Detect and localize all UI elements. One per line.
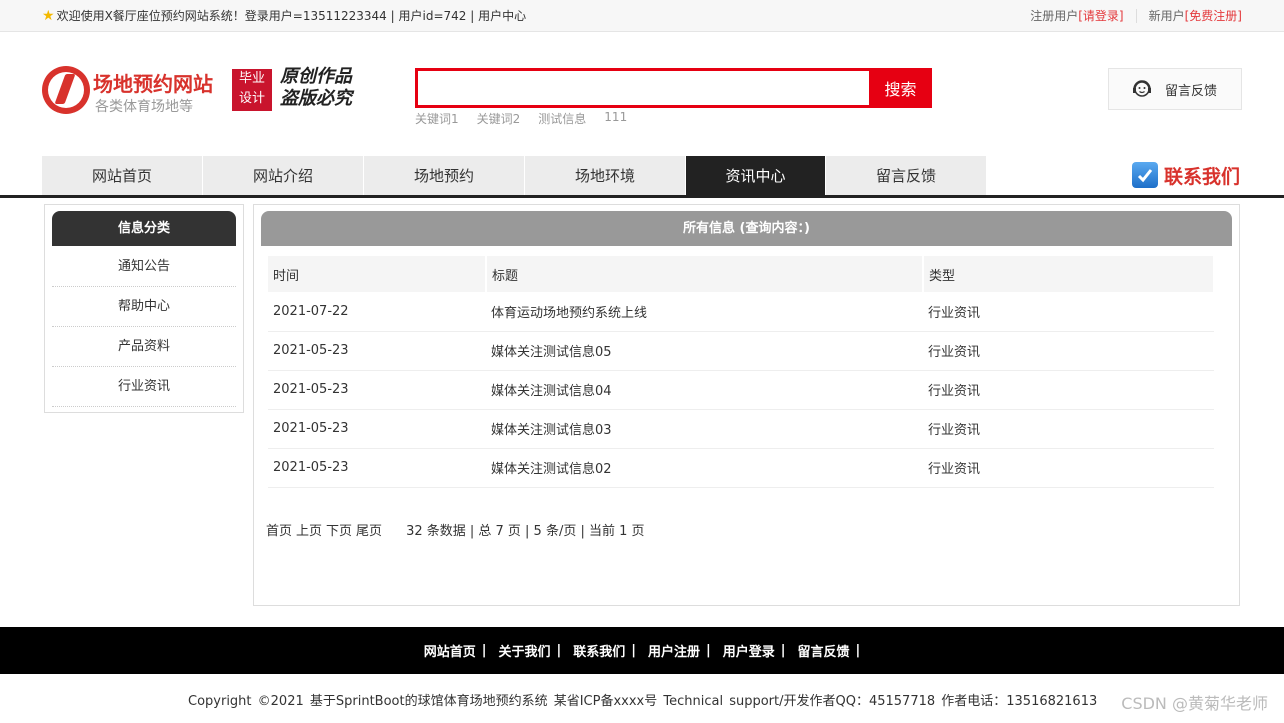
sidebar-item-help[interactable]: 帮助中心 [52, 287, 236, 327]
slogan: 原创作品 盗版必究 [280, 66, 352, 110]
cell-time: 2021-05-23 [268, 331, 486, 371]
footer-separator: | [556, 643, 562, 658]
cell-type: 行业资讯 [923, 448, 1214, 488]
table-row: 2021-05-23 媒体关注测试信息03 行业资讯 [268, 409, 1214, 449]
feedback-label: 留言反馈 [1165, 83, 1218, 99]
nav-item-booking[interactable]: 场地预约 [364, 156, 524, 196]
footer-nav: 网站首页 | 关于我们 | 联系我们 | 用户注册 | 用户登录 | 留言反馈 | [0, 627, 1284, 674]
contact-label: 联系我们 [1164, 165, 1241, 188]
hotword-link[interactable]: 关键词1 [415, 110, 459, 127]
main-nav: 网站首页 网站介绍 场地预约 场地环境 资讯中心 留言反馈 [42, 156, 987, 196]
new-user-label: 新用户 [1148, 9, 1185, 23]
star-icon: ★ [42, 7, 55, 24]
cell-time: 2021-05-23 [268, 409, 486, 449]
pagination: 首页 上页 下页 尾页 32 条数据 | 总 7 页 | 5 条/页 | 当前 … [266, 520, 645, 539]
column-header-time: 时间 [268, 256, 487, 292]
footer-link-about[interactable]: 关于我们 [498, 641, 550, 660]
pager-prev-link[interactable]: 上页 [296, 520, 322, 539]
sidebar-title: 信息分类 [52, 211, 236, 246]
cell-time: 2021-07-22 [268, 292, 486, 332]
footer-separator: | [631, 643, 636, 658]
register-link[interactable]: [免费注册] [1185, 7, 1242, 24]
footer-link-register[interactable]: 用户注册 [648, 641, 700, 660]
pager-next-link[interactable]: 下页 [326, 520, 352, 539]
nav-item-news[interactable]: 资讯中心 [686, 156, 825, 196]
footer-link-contact[interactable]: 联系我们 [573, 641, 625, 660]
site-logo[interactable]: 场地预约网站 各类体育场地等 [42, 66, 232, 116]
pager-last-link[interactable]: 尾页 [356, 520, 382, 539]
contact-us-link[interactable]: 联系我们 [1132, 160, 1240, 190]
nav-item-environment[interactable]: 场地环境 [525, 156, 685, 196]
nav-item-about[interactable]: 网站介绍 [203, 156, 363, 196]
search-button[interactable]: 搜索 [869, 68, 932, 108]
welcome-message: ★ 欢迎使用X餐厅座位预约网站系统！登录用户=13511223344 | 用户i… [42, 7, 526, 24]
cell-title-link[interactable]: 媒体关注测试信息02 [486, 448, 923, 488]
cell-title-link[interactable]: 体育运动场地预约系统上线 [486, 292, 923, 332]
cell-type: 行业资讯 [923, 331, 1214, 371]
table-row: 2021-05-23 媒体关注测试信息02 行业资讯 [268, 448, 1214, 488]
logo-title: 场地预约网站 [93, 72, 213, 96]
account-links: 注册用户 [请登录] 新用户 [免费注册] [1030, 7, 1242, 24]
footer-separator: | [780, 643, 786, 658]
nav-item-feedback[interactable]: 留言反馈 [826, 156, 986, 196]
category-list: 通知公告 帮助中心 产品资料 行业资讯 [52, 247, 236, 407]
hotword-link[interactable]: 关键词2 [477, 110, 521, 127]
footer-separator: | [706, 643, 711, 658]
feedback-button[interactable]: 留言反馈 [1108, 68, 1242, 110]
pager-first-link[interactable]: 首页 [266, 520, 292, 539]
panel-title: 所有信息 (查询内容：) [261, 211, 1232, 246]
cell-title-link[interactable]: 媒体关注测试信息05 [486, 331, 923, 371]
csdn-watermark: CSDN @黄菊华老师 [1121, 694, 1268, 713]
customer-service-icon [1131, 78, 1153, 100]
footer-separator: | [855, 643, 861, 658]
news-panel: 所有信息 (查询内容：) 时间 标题 类型 2021-07-22 体育运动场地预… [253, 204, 1240, 606]
table-row: 2021-05-23 媒体关注测试信息05 行业资讯 [268, 331, 1214, 371]
footer-separator: | [481, 643, 487, 658]
cell-type: 行业资讯 [923, 370, 1214, 410]
footer-link-login[interactable]: 用户登录 [723, 641, 775, 660]
slogan-line-1: 原创作品 [280, 66, 352, 87]
table-row: 2021-05-23 媒体关注测试信息04 行业资讯 [268, 370, 1214, 410]
logo-subtitle: 各类体育场地等 [95, 99, 193, 115]
column-header-type: 类型 [923, 256, 1215, 292]
registered-user-label: 注册用户 [1030, 9, 1079, 23]
table-header-row: 时间 标题 类型 [268, 256, 1215, 292]
divider [1135, 8, 1137, 23]
table-row: 2021-07-22 体育运动场地预约系统上线 行业资讯 [268, 292, 1214, 332]
slogan-line-2: 盗版必究 [280, 88, 352, 109]
category-sidebar: 信息分类 通知公告 帮助中心 产品资料 行业资讯 [44, 204, 244, 413]
badge-line-1: 毕业 [238, 71, 265, 86]
badge-line-2: 设计 [238, 91, 265, 106]
cell-type: 行业资讯 [923, 409, 1214, 449]
sidebar-item-notice[interactable]: 通知公告 [52, 247, 236, 287]
login-link[interactable]: [请登录] [1078, 7, 1123, 24]
sidebar-item-industry[interactable]: 行业资讯 [52, 367, 236, 407]
welcome-text: 欢迎使用X餐厅座位预约网站系统！登录用户=13511223344 | 用户id=… [56, 9, 527, 23]
column-header-title: 标题 [486, 256, 924, 292]
cell-time: 2021-05-23 [268, 370, 486, 410]
pager-stats: 32 条数据 | 总 7 页 | 5 条/页 | 当前 1 页 [406, 524, 645, 539]
hotword-link[interactable]: 111 [604, 110, 627, 127]
sidebar-item-products[interactable]: 产品资料 [52, 327, 236, 367]
footer-link-feedback[interactable]: 留言反馈 [798, 641, 850, 660]
search-input[interactable] [418, 71, 870, 105]
search-box: 搜索 [415, 68, 932, 108]
news-table: 时间 标题 类型 2021-07-22 体育运动场地预约系统上线 行业资讯 20… [268, 256, 1215, 488]
cell-title-link[interactable]: 媒体关注测试信息04 [486, 370, 923, 410]
hot-keywords: 关键词1 关键词2 测试信息 111 [415, 110, 627, 127]
nav-divider [0, 195, 1284, 198]
cell-title-link[interactable]: 媒体关注测试信息03 [486, 409, 923, 449]
hotword-link[interactable]: 测试信息 [538, 110, 586, 127]
cell-type: 行业资讯 [923, 292, 1214, 332]
copyright-text: Copyright ©2021 基于SprintBoot的球馆体育场地预约系统 … [188, 694, 1098, 709]
graduation-badge: 毕业 设计 [232, 69, 272, 111]
contact-icon [1132, 162, 1158, 188]
top-bar: ★ 欢迎使用X餐厅座位预约网站系统！登录用户=13511223344 | 用户i… [0, 0, 1284, 32]
logo-icon [42, 66, 90, 114]
footer-link-home[interactable]: 网站首页 [424, 641, 476, 660]
cell-time: 2021-05-23 [268, 448, 486, 488]
nav-item-home[interactable]: 网站首页 [42, 156, 202, 196]
